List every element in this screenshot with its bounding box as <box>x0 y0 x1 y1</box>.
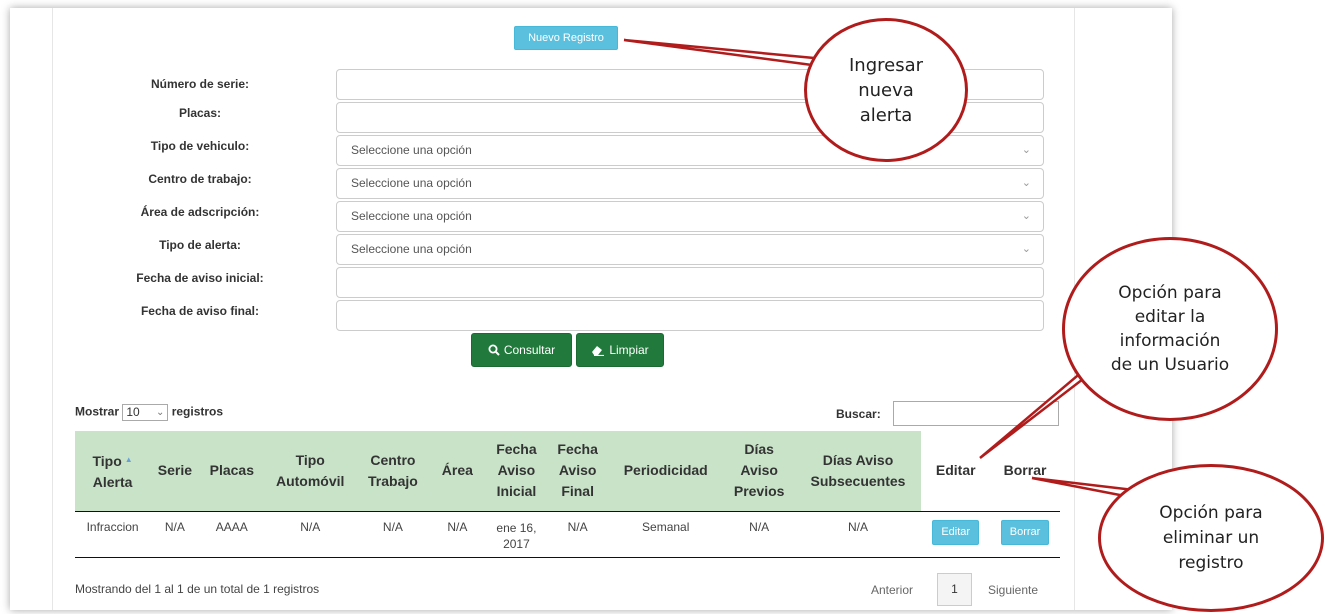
callout-new-alert: Ingresar nueva alerta <box>804 18 968 162</box>
pointer-new-alert <box>623 38 816 67</box>
callout-edit-user: Opción para editar la información de un Usu… <box>1062 237 1278 421</box>
callout-delete-record: Opción para eliminar un registro <box>1098 464 1324 612</box>
